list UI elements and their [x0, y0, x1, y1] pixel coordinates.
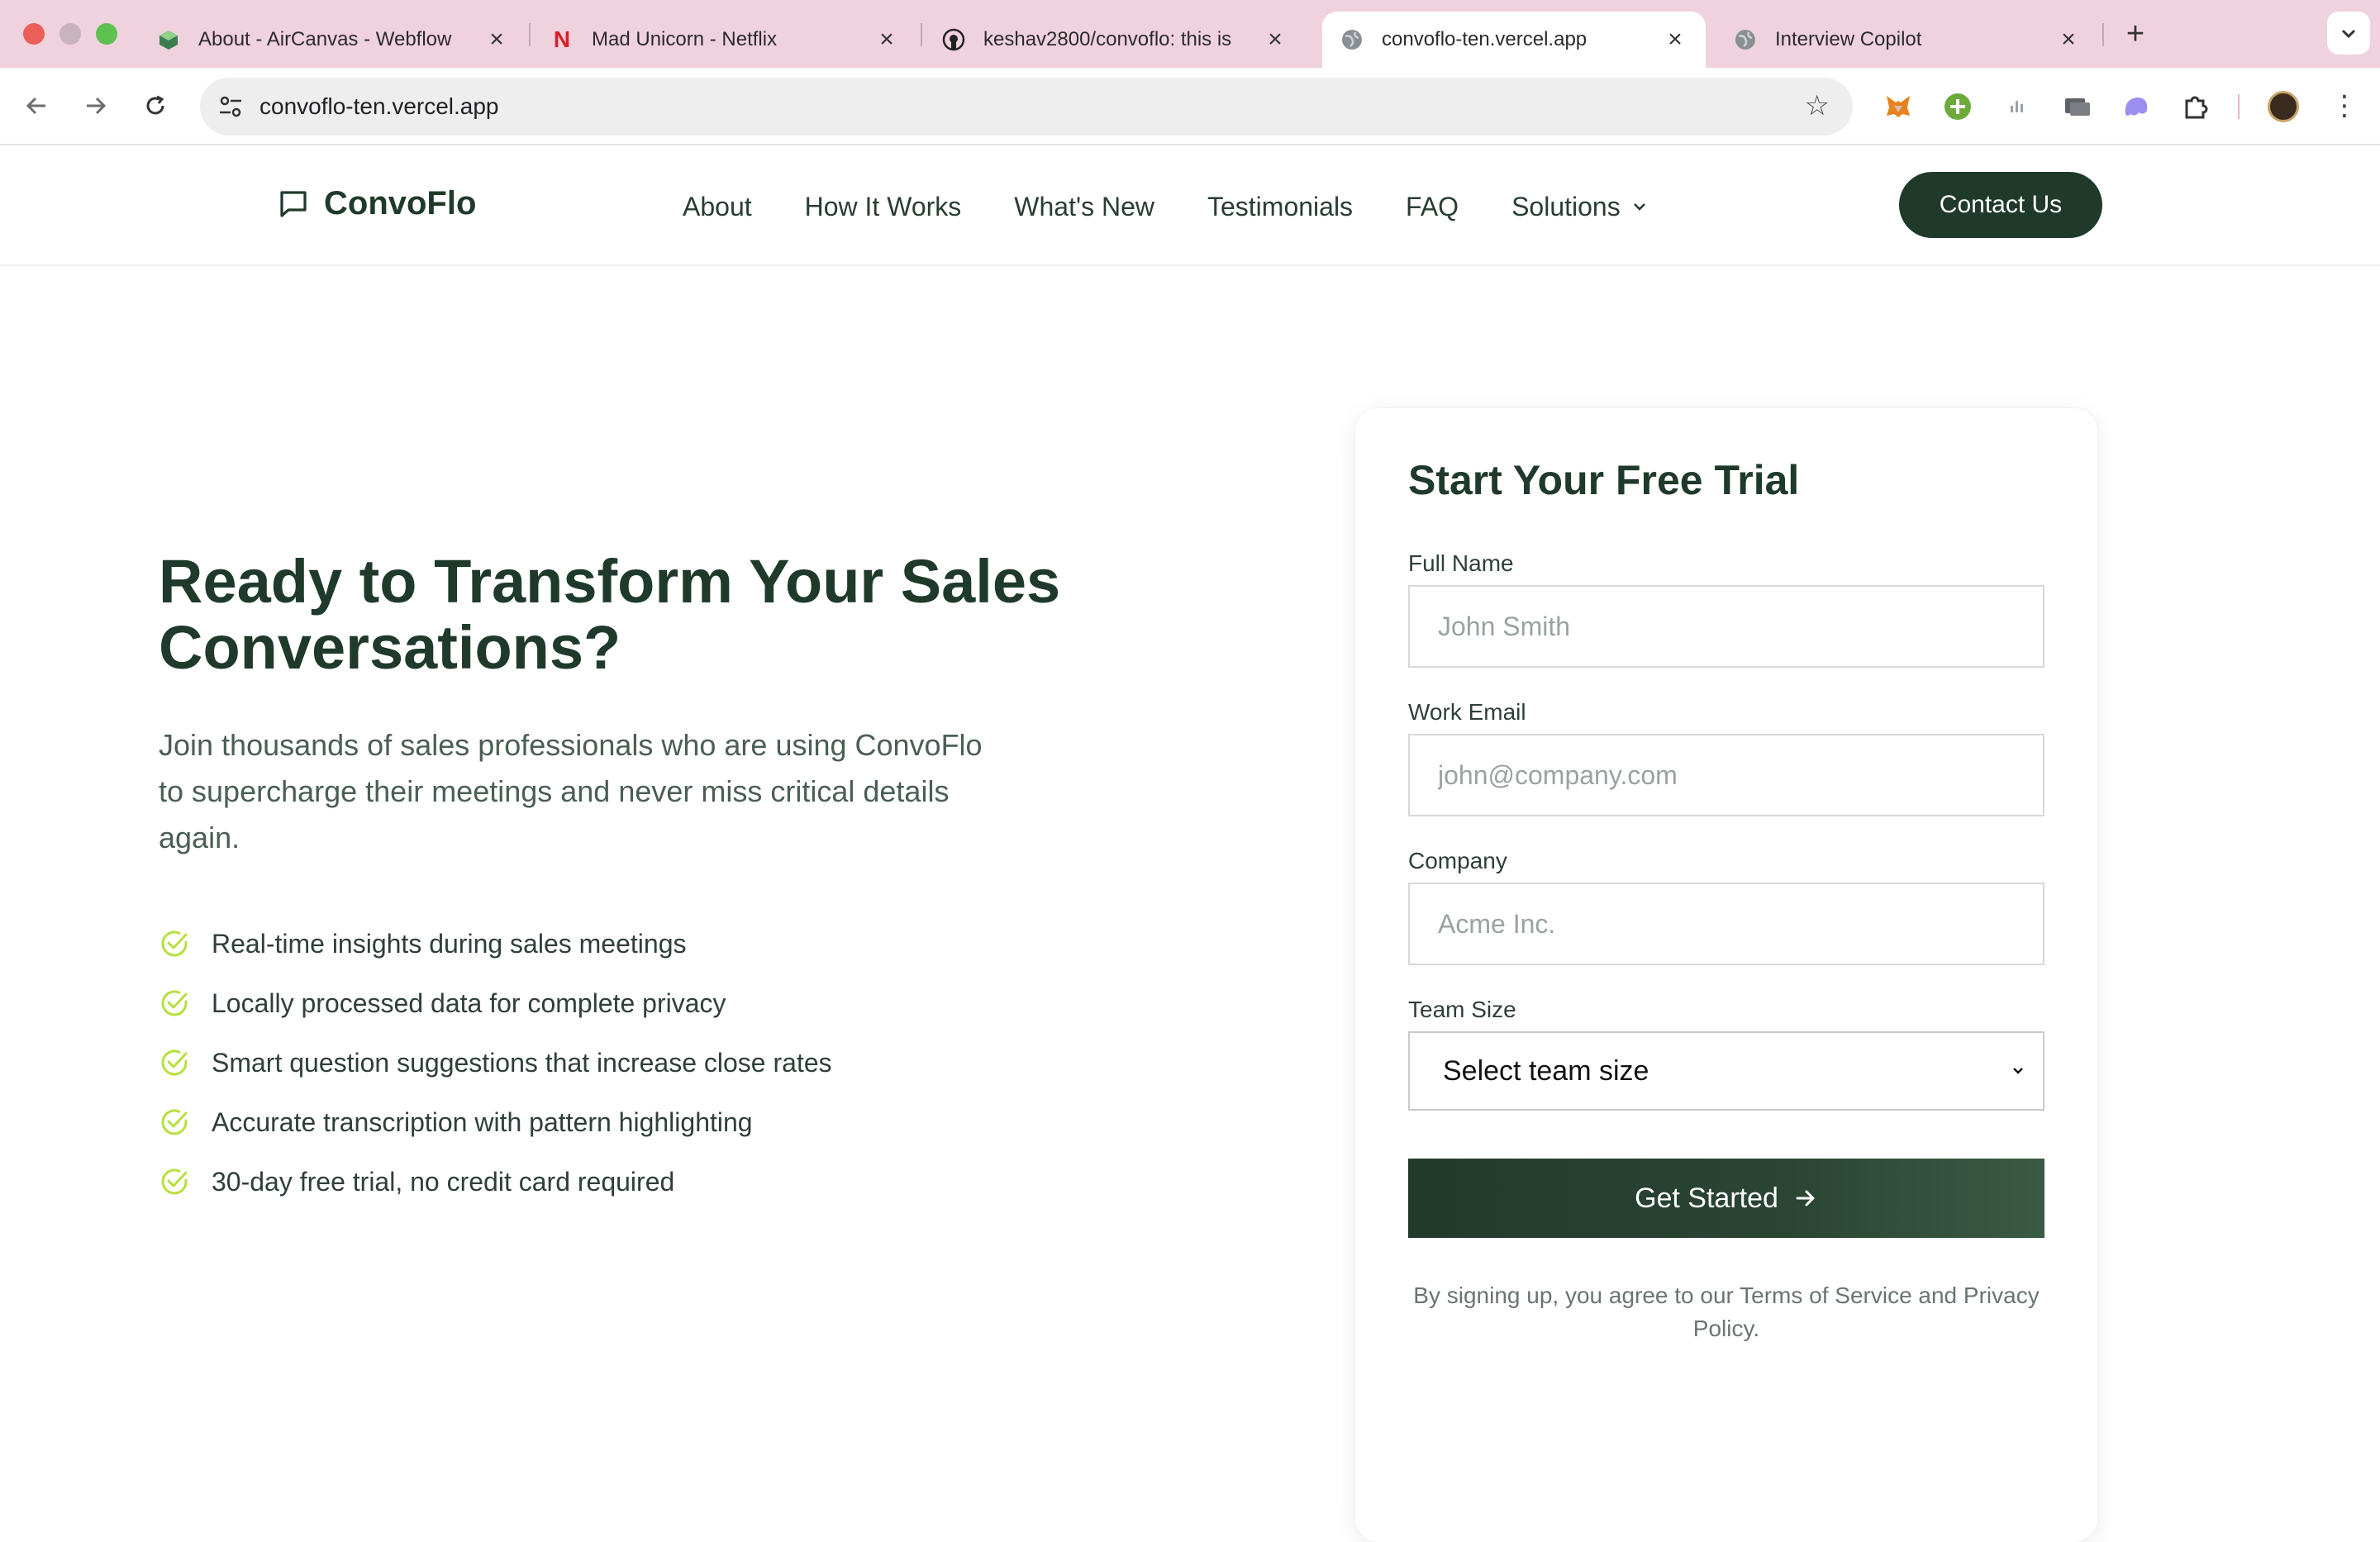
tab-close-icon[interactable]: ×: [1263, 26, 1288, 54]
reload-button[interactable]: [136, 86, 175, 126]
globe-icon: [1734, 28, 1757, 51]
brand-name: ConvoFlo: [324, 185, 477, 221]
hero-title: Ready to Transform Your Sales Conversati…: [159, 547, 1061, 682]
tab-github[interactable]: keshav2800/convoflo: this is ×: [924, 12, 1306, 68]
contact-us-button[interactable]: Contact Us: [1899, 172, 2102, 238]
tab-divider: [921, 23, 922, 46]
tab-title: About - AirCanvas - Webflow: [198, 28, 452, 50]
close-window-button[interactable]: [23, 23, 45, 45]
nav-testimonials[interactable]: Testimonials: [1207, 192, 1353, 222]
nav-solutions-dropdown[interactable]: Solutions: [1511, 192, 1649, 222]
feature-text: Locally processed data for complete priv…: [212, 988, 726, 1018]
nav-about[interactable]: About: [683, 192, 752, 222]
chevron-down-icon: [2013, 1068, 2023, 1074]
nav-solutions-label: Solutions: [1511, 191, 1621, 221]
check-circle-icon: [161, 1109, 188, 1135]
tab-divider: [2102, 23, 2104, 46]
bar-chart-extension-icon[interactable]: [2002, 91, 2033, 122]
netflix-icon: N: [553, 26, 571, 52]
site-header: ConvoFlo About How It Works What's New T…: [0, 145, 2380, 266]
ghost-extension-icon[interactable]: [2121, 91, 2152, 122]
check-circle-icon: [161, 1049, 188, 1076]
company-label: Company: [1408, 848, 1507, 873]
check-circle-icon: [161, 1168, 188, 1195]
webpage: ConvoFlo About How It Works What's New T…: [0, 145, 2380, 1542]
team-size-value: Select team size: [1443, 1054, 1649, 1087]
nav-how-it-works[interactable]: How It Works: [805, 192, 962, 222]
tab-title: Mad Unicorn - Netflix: [592, 28, 778, 50]
chat-bubble-icon: [280, 190, 307, 217]
tab-title: keshav2800/convoflo: this is: [983, 28, 1232, 50]
window-extension-icon[interactable]: [2061, 91, 2092, 122]
form-title: Start Your Free Trial: [1408, 457, 1800, 503]
site-settings-icon[interactable]: [217, 93, 245, 121]
tab-convoflo[interactable]: convoflo-ten.vercel.app ×: [1322, 12, 1706, 68]
tab-close-icon[interactable]: ×: [1663, 26, 1687, 54]
tab-title: convoflo-ten.vercel.app: [1382, 28, 1587, 50]
browser-toolbar: convoflo-ten.vercel.app ☆ ⋮: [0, 68, 2380, 145]
plus-extension-icon[interactable]: [1942, 91, 1973, 122]
toolbar-divider: [2238, 94, 2240, 119]
company-input[interactable]: [1408, 883, 2044, 965]
browser-menu-icon[interactable]: ⋮: [2330, 86, 2359, 126]
tab-title: Interview Copilot: [1775, 28, 1922, 50]
team-size-select[interactable]: Select team size: [1408, 1031, 2044, 1111]
check-circle-icon: [161, 930, 188, 957]
full-name-label: Full Name: [1408, 550, 1514, 576]
feature-item: Locally processed data for complete priv…: [159, 973, 832, 1033]
globe-icon: [1340, 28, 1364, 51]
team-size-label: Team Size: [1408, 997, 1516, 1022]
main-nav: About How It Works What's New Testimonia…: [683, 182, 1702, 231]
feature-item: Real-time insights during sales meetings: [159, 914, 832, 973]
feature-list: Real-time insights during sales meetings…: [159, 914, 832, 1211]
feature-text: 30-day free trial, no credit card requir…: [212, 1166, 675, 1197]
minimize-window-button[interactable]: [60, 23, 81, 45]
arrow-right-icon: [1796, 1190, 1815, 1206]
address-bar[interactable]: convoflo-ten.vercel.app ☆: [200, 78, 1853, 136]
arrow-right-icon: [87, 97, 107, 115]
chevron-down-icon: [1633, 203, 1645, 211]
bookmark-star-icon[interactable]: ☆: [1805, 89, 1830, 122]
metamask-extension-icon[interactable]: [1883, 91, 1914, 122]
tab-netflix[interactable]: N Mad Unicorn - Netflix ×: [532, 12, 917, 68]
brand-logo[interactable]: ConvoFlo: [278, 185, 476, 222]
feature-text: Accurate transcription with pattern high…: [212, 1107, 753, 1137]
feature-item: 30-day free trial, no credit card requir…: [159, 1152, 832, 1211]
maximize-window-button[interactable]: [96, 23, 117, 45]
full-name-input[interactable]: [1408, 585, 2044, 668]
reload-icon: [146, 95, 164, 115]
feature-item: Accurate transcription with pattern high…: [159, 1092, 832, 1152]
work-email-label: Work Email: [1408, 699, 1526, 725]
feature-text: Smart question suggestions that increase…: [212, 1047, 832, 1078]
tab-search-button[interactable]: [2327, 12, 2370, 55]
arrow-left-icon: [26, 97, 45, 115]
tab-close-icon[interactable]: ×: [484, 26, 509, 54]
tab-divider: [529, 23, 531, 46]
github-icon: [942, 28, 965, 51]
chevron-down-icon: [2341, 29, 2356, 39]
legal-notice: By signing up, you agree to our Terms of…: [1413, 1283, 2040, 1341]
work-email-input[interactable]: [1408, 734, 2044, 816]
nav-whats-new[interactable]: What's New: [1014, 192, 1154, 222]
signup-form-card: Start Your Free Trial Full Name Work Ema…: [1355, 408, 2097, 1542]
new-tab-button[interactable]: +: [2117, 17, 2154, 53]
nav-faq[interactable]: FAQ: [1406, 192, 1459, 222]
get-started-button[interactable]: Get Started: [1408, 1159, 2044, 1238]
feature-text: Real-time insights during sales meetings: [212, 928, 687, 959]
hero-subtitle: Join thousands of sales professionals wh…: [159, 728, 983, 854]
back-button[interactable]: [17, 86, 56, 126]
webflow-icon: [157, 28, 180, 51]
feature-item: Smart question suggestions that increase…: [159, 1033, 832, 1092]
browser-tab-bar: About - AirCanvas - Webflow × N Mad Unic…: [0, 0, 2380, 68]
check-circle-icon: [161, 990, 188, 1016]
puzzle-extensions-icon[interactable]: [2180, 91, 2211, 122]
tab-interview-copilot[interactable]: Interview Copilot ×: [1716, 12, 2099, 68]
url-text[interactable]: convoflo-ten.vercel.app: [259, 78, 499, 136]
tab-close-icon[interactable]: ×: [874, 26, 899, 54]
tab-close-icon[interactable]: ×: [2056, 26, 2081, 54]
forward-button[interactable]: [76, 86, 116, 126]
tab-webflow[interactable]: About - AirCanvas - Webflow ×: [139, 12, 527, 68]
profile-avatar[interactable]: [2268, 91, 2299, 122]
get-started-label: Get Started: [1635, 1182, 1778, 1214]
